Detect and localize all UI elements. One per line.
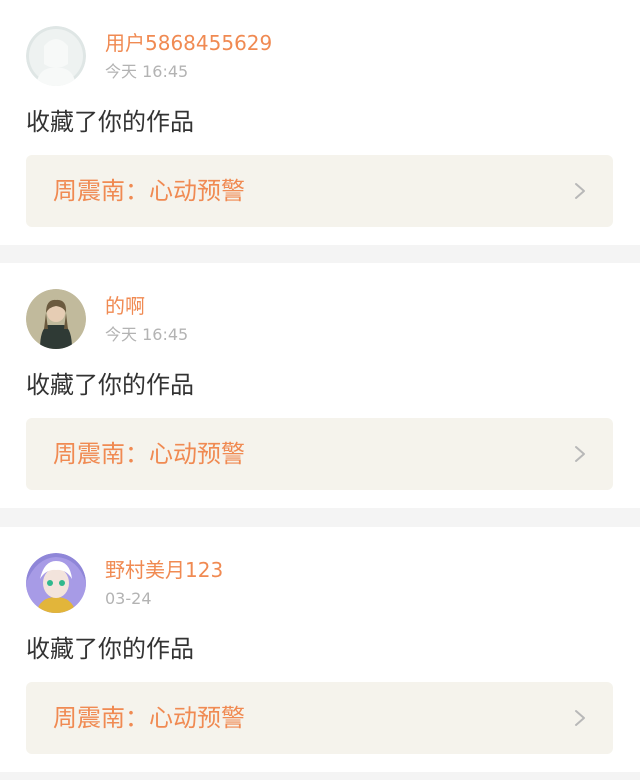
chevron-right-icon [575, 710, 585, 726]
notification-card: 的啊 今天 16:45 收藏了你的作品 周震南：心动预警 [0, 263, 640, 508]
timestamp: 今天 16:45 [105, 62, 189, 81]
work-link[interactable]: 周震南：心动预警 [26, 682, 613, 754]
action-text: 收藏了你的作品 [26, 108, 194, 136]
user-photo-avatar-icon[interactable] [26, 289, 86, 349]
chevron-right-icon [575, 446, 585, 462]
notification-card: 野村美月123 03-24 收藏了你的作品 周震南：心动预警 [0, 527, 640, 772]
work-link[interactable]: 周震南：心动预警 [26, 418, 613, 490]
notification-feed: 用户5868455629 今天 16:45 收藏了你的作品 周震南：心动预警 的… [0, 0, 640, 780]
username[interactable]: 用户5868455629 [105, 30, 272, 56]
work-title: 周震南：心动预警 [53, 704, 245, 732]
work-title: 周震南：心动预警 [53, 440, 245, 468]
action-text: 收藏了你的作品 [26, 371, 194, 399]
username[interactable]: 野村美月123 [105, 557, 223, 583]
username[interactable]: 的啊 [105, 293, 145, 319]
anime-avatar-icon[interactable] [26, 553, 86, 613]
work-title: 周震南：心动预警 [53, 177, 245, 205]
action-text: 收藏了你的作品 [26, 635, 194, 663]
notification-card: 用户5868455629 今天 16:45 收藏了你的作品 周震南：心动预警 [0, 0, 640, 245]
timestamp: 今天 16:45 [105, 325, 189, 344]
chevron-right-icon [575, 183, 585, 199]
work-link[interactable]: 周震南：心动预警 [26, 155, 613, 227]
default-user-avatar-icon[interactable] [26, 26, 86, 86]
timestamp: 03-24 [105, 589, 152, 608]
